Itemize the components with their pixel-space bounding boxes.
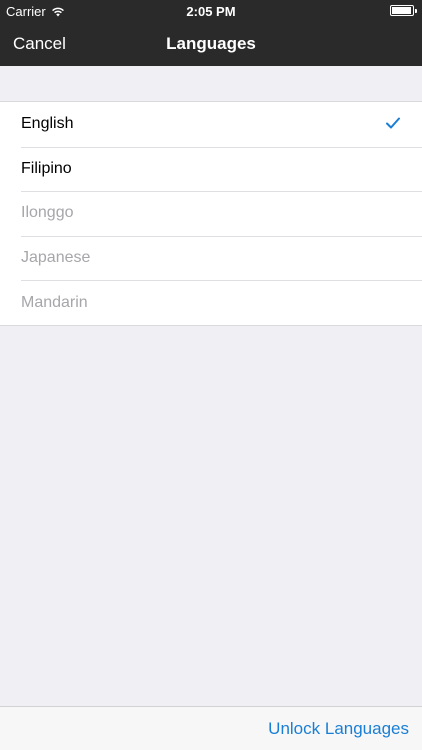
checkmark-icon — [386, 117, 400, 129]
status-bar: Carrier 2:05 PM — [0, 0, 422, 22]
language-label: Mandarin — [21, 293, 88, 311]
navigation-bar: Cancel Languages — [0, 22, 422, 66]
language-row-japanese[interactable]: Japanese — [0, 235, 422, 281]
language-row-english[interactable]: English — [0, 102, 422, 147]
language-label: English — [21, 115, 74, 133]
language-row-filipino[interactable]: Filipino — [0, 146, 422, 192]
language-label: Filipino — [21, 159, 72, 177]
language-row-mandarin[interactable]: Mandarin — [0, 280, 422, 325]
language-label: Ilonggo — [21, 204, 74, 222]
bottom-toolbar: Unlock Languages — [0, 706, 422, 750]
cancel-button[interactable]: Cancel — [13, 34, 66, 54]
battery-icon — [390, 5, 417, 16]
language-label: Japanese — [21, 249, 91, 267]
unlock-languages-button[interactable]: Unlock Languages — [268, 719, 409, 739]
language-list: English Filipino Ilonggo Japanese Mandar… — [0, 101, 422, 326]
status-time: 2:05 PM — [186, 4, 236, 19]
language-row-ilonggo[interactable]: Ilonggo — [0, 191, 422, 236]
